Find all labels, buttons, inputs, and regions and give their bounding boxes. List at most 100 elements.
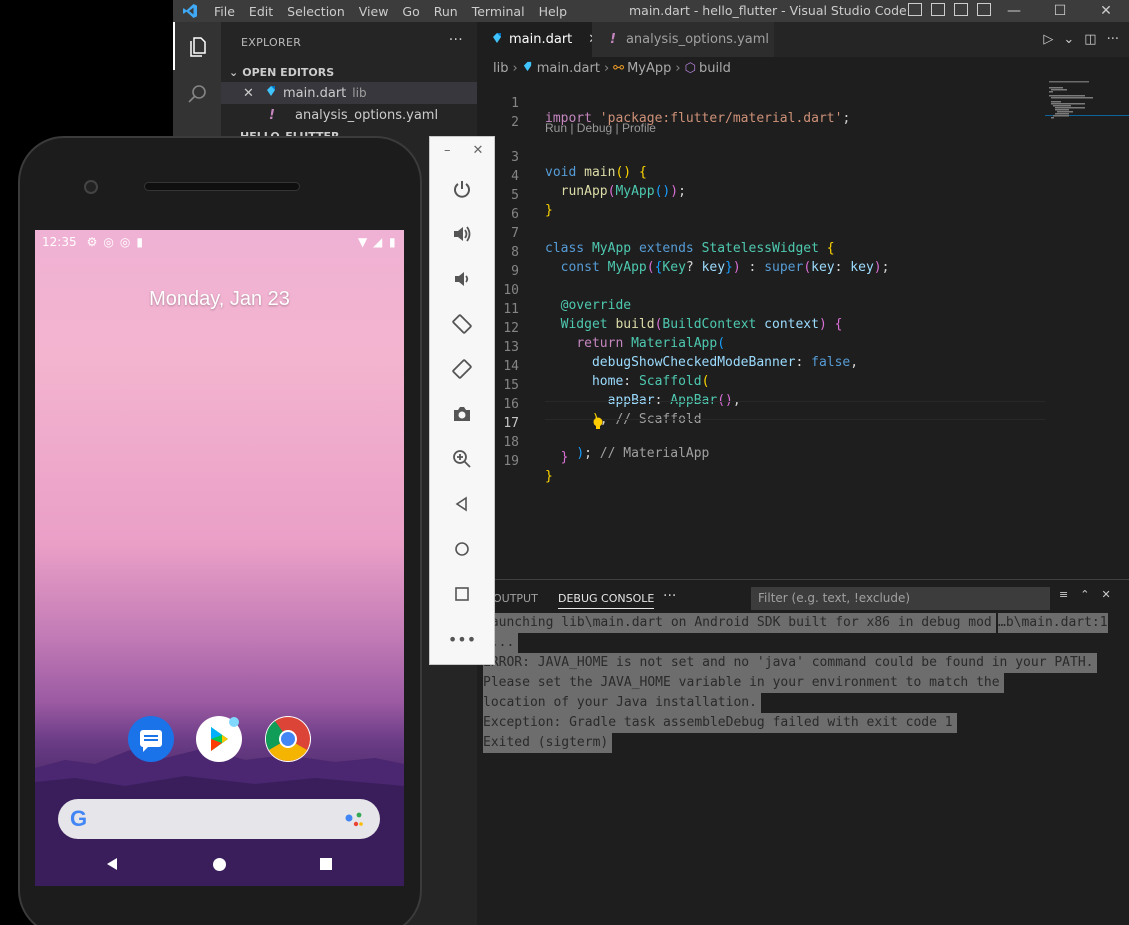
breadcrumb-item[interactable]: lib — [493, 61, 508, 76]
back-icon[interactable] — [104, 856, 120, 876]
code-line: 6 — [477, 192, 1045, 222]
menu-go[interactable]: Go — [395, 4, 426, 19]
explorer-icon[interactable] — [173, 22, 221, 70]
console-filter-input[interactable]: Filter (e.g. text, !exclude) — [751, 587, 1050, 610]
overview-icon[interactable] — [448, 580, 476, 608]
tab-debug-console[interactable]: DEBUG CONSOLE — [558, 592, 655, 609]
yaml-file-icon: ! — [269, 107, 275, 123]
open-editors-section[interactable]: ⌄ OPEN EDITORS — [221, 62, 477, 82]
breadcrumb-item[interactable]: MyApp — [627, 61, 671, 76]
more-options-icon[interactable]: ••• — [448, 625, 476, 653]
phone-screen[interactable]: 12:35 ⚙ ◎ ◎ ▮ ▼ ◢ ▮ Monday, Jan 23 G — [35, 230, 404, 886]
menu-run[interactable]: Run — [427, 4, 465, 19]
tab-main-dart[interactable]: main.dart ✕ — [477, 22, 599, 57]
speaker-grille — [144, 182, 300, 191]
method-icon: ⬡ — [684, 60, 696, 76]
more-actions-icon[interactable]: ··· — [1107, 32, 1119, 47]
yaml-file-icon: ! — [610, 32, 616, 47]
open-editor-item[interactable]: ✕ main.dart lib — [221, 82, 477, 104]
open-editor-name: main.dart — [283, 85, 347, 101]
window-title: main.dart - hello_flutter - Visual Studi… — [629, 3, 907, 18]
open-editor-item[interactable]: ! analysis_options.yaml — [221, 104, 477, 126]
code-line: 11 Widget build(BuildContext context) { — [477, 287, 1045, 332]
toggle-panel-icon[interactable] — [931, 3, 945, 16]
more-actions-icon[interactable]: ··· — [663, 588, 676, 604]
home-icon[interactable] — [448, 535, 476, 563]
minimize-button[interactable]: — — [991, 0, 1037, 22]
zoom-icon[interactable] — [448, 445, 476, 473]
volume-down-icon[interactable] — [448, 265, 476, 293]
sync-icon: ◎ — [103, 235, 114, 249]
maximize-panel-icon[interactable]: ⌃ — [1080, 588, 1089, 601]
emulator-minimize-button[interactable]: – — [444, 143, 451, 158]
toggle-sidebar-icon[interactable] — [908, 3, 922, 16]
search-icon[interactable] — [173, 70, 221, 118]
front-camera — [84, 180, 98, 194]
maximize-button[interactable]: ☐ — [1037, 0, 1083, 22]
toggle-secondary-sidebar-icon[interactable] — [954, 3, 968, 16]
code-line: 4 runApp(MyApp()); — [477, 154, 1045, 199]
breadcrumb-item[interactable]: main.dart — [537, 61, 600, 76]
messages-app-icon[interactable] — [128, 716, 174, 762]
sd-card-icon: ▮ — [136, 235, 143, 249]
tab-output[interactable]: OUTPUT — [493, 592, 538, 605]
code-line: 15 appBar: AppBar(), — [477, 363, 1045, 408]
dart-file-icon — [522, 61, 533, 76]
code-line: 7 class MyApp extends StatelessWidget { — [477, 211, 1045, 256]
clear-console-icon[interactable]: ≡ — [1059, 588, 1068, 601]
code-line: 17 ); // MaterialApp — [477, 401, 1045, 461]
rotate-left-icon[interactable] — [448, 310, 476, 338]
overview-icon[interactable] — [319, 857, 333, 875]
console-line: Please set the JAVA_HOME variable in you… — [483, 673, 1004, 693]
close-panel-icon[interactable]: ✕ — [1101, 588, 1110, 601]
chevron-right-icon: › — [512, 60, 518, 76]
code-line: 2 — [477, 100, 1045, 130]
run-icon[interactable]: ▷ — [1043, 32, 1053, 47]
more-actions-icon[interactable]: ··· — [449, 32, 463, 48]
power-icon[interactable] — [448, 175, 476, 203]
chrome-app-icon[interactable] — [265, 716, 311, 762]
rotate-right-icon[interactable] — [448, 355, 476, 383]
google-logo-icon: G — [70, 806, 88, 831]
minimap[interactable] — [1045, 79, 1129, 579]
panel-tabs: OUTPUT DEBUG CONSOLE ··· Filter (e.g. te… — [477, 580, 1129, 615]
assistant-icon[interactable] — [344, 811, 364, 833]
code-line: 8 const MyApp({Key? key}) : super(key: k… — [477, 230, 1045, 275]
back-icon[interactable] — [448, 490, 476, 518]
bottom-panel: OUTPUT DEBUG CONSOLE ··· Filter (e.g. te… — [477, 579, 1129, 925]
close-window-button[interactable]: ✕ — [1083, 0, 1129, 22]
menu-selection[interactable]: Selection — [280, 4, 352, 19]
menu-file[interactable]: File — [207, 4, 242, 19]
customize-layout-icon[interactable] — [977, 3, 991, 16]
close-icon[interactable]: ✕ — [243, 86, 261, 101]
console-line: Exception: Gradle task assembleDebug fai… — [483, 713, 957, 733]
code-line: 9 — [477, 249, 1045, 279]
tab-label: main.dart — [509, 32, 573, 47]
camera-icon[interactable] — [448, 400, 476, 428]
menu-edit[interactable]: Edit — [242, 4, 280, 19]
status-time: 12:35 — [42, 235, 77, 249]
chevron-down-icon[interactable]: ⌄ — [1063, 32, 1074, 47]
volume-up-icon[interactable] — [448, 220, 476, 248]
play-store-app-icon[interactable] — [196, 716, 242, 762]
code-line: 18 } — [477, 420, 1045, 465]
open-editor-desc: lib — [352, 86, 367, 100]
home-icon[interactable] — [212, 857, 227, 876]
menu-view[interactable]: View — [352, 4, 396, 19]
menu-terminal[interactable]: Terminal — [465, 4, 532, 19]
tab-analysis-options[interactable]: ! analysis_options.yaml — [592, 22, 774, 57]
emulator-close-button[interactable]: ✕ — [473, 143, 484, 158]
chevron-right-icon: › — [675, 60, 681, 76]
code-line: 13 debugShowCheckedModeBanner: false, — [477, 325, 1045, 370]
console-source-link[interactable]: …b\main.dart:1 — [998, 613, 1108, 633]
menu-help[interactable]: Help — [532, 4, 575, 19]
split-editor-icon[interactable]: ◫ — [1084, 32, 1096, 47]
codelens-run-debug-profile[interactable]: Run | Debug | Profile — [545, 121, 656, 135]
code-line: 16 ), // Scaffold — [477, 382, 1045, 427]
breadcrumb-item[interactable]: build — [699, 61, 731, 76]
code-editor[interactable]: 1 import 'package:flutter/material.dart'… — [477, 79, 1045, 579]
explorer-header: EXPLORER ··· — [221, 22, 477, 62]
google-search-bar[interactable]: G — [58, 799, 380, 839]
lock-date: Monday, Jan 23 — [149, 288, 290, 310]
chevron-right-icon: › — [603, 60, 610, 76]
